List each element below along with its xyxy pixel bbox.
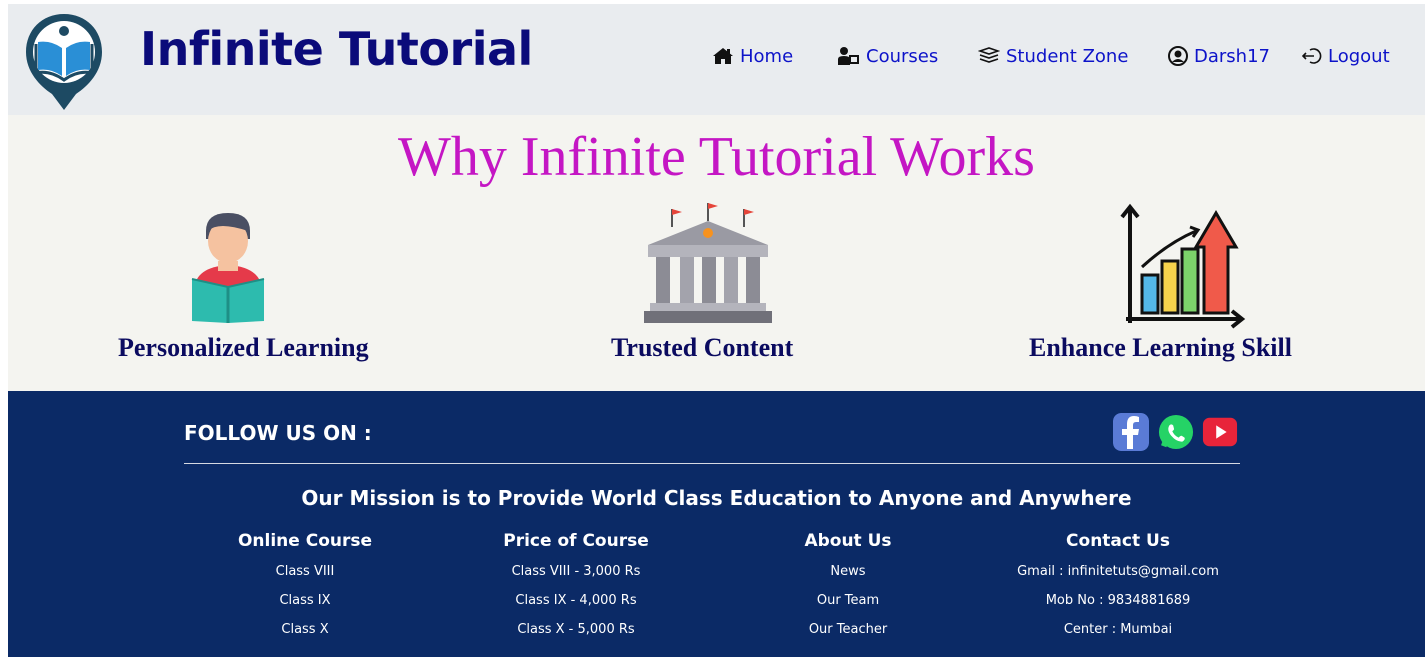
growth-chart-icon (1120, 203, 1246, 329)
footer-column-about-us: About Us News Our Team Our Teacher (728, 531, 968, 644)
features-section: Why Infinite Tutorial Works Personalized… (8, 115, 1425, 391)
teacher-board-icon (838, 47, 859, 65)
footer-link[interactable]: Class X - 5,000 Rs (456, 615, 696, 644)
footer-link[interactable]: Our Teacher (728, 615, 968, 644)
logout-icon (1302, 48, 1322, 64)
footer-link[interactable]: Class IX (185, 586, 425, 615)
footer: FOLLOW US ON : Our Mission is to Provide… (8, 391, 1425, 657)
column-title: Online Course (237, 531, 373, 551)
footer-link[interactable]: Class X (185, 615, 425, 644)
nav-logout-label: Logout (1328, 45, 1390, 67)
footer-column-online-course: Online Course Class VIII Class IX Class … (185, 531, 425, 644)
footer-link[interactable]: News (728, 557, 968, 586)
footer-link[interactable]: Class VIII - 3,000 Rs (456, 557, 696, 586)
navbar: Infinite Tutorial Home Courses Student Z… (8, 4, 1425, 115)
nav-courses-label: Courses (866, 45, 939, 67)
home-icon (713, 48, 733, 64)
contact-email[interactable]: Gmail : infinitetuts@gmail.com (973, 557, 1263, 586)
column-title: Price of Course (503, 531, 649, 551)
nav-home[interactable]: Home (712, 44, 793, 68)
footer-link[interactable]: Our Team (728, 586, 968, 615)
user-circle-icon (1168, 46, 1188, 66)
book-location-logo-icon[interactable] (22, 10, 106, 114)
nav-student-zone-label: Student Zone (1006, 45, 1129, 67)
mission-statement: Our Mission is to Provide World Class Ed… (301, 486, 1132, 510)
institution-building-icon (644, 203, 772, 323)
whatsapp-icon[interactable] (1158, 413, 1194, 451)
nav-student-zone[interactable]: Student Zone (978, 44, 1128, 68)
contact-center: Center : Mumbai (1063, 622, 1173, 637)
nav-home-label: Home (740, 45, 794, 67)
nav-logout[interactable]: Logout (1302, 44, 1390, 68)
youtube-icon[interactable] (1202, 413, 1238, 451)
nav-user-label: Darsh17 (1194, 45, 1270, 67)
book-stack-icon (978, 47, 1000, 63)
column-title: Contact Us (1066, 531, 1170, 551)
feature-trusted-content: Trusted Content (611, 333, 794, 362)
features-title: Why Infinite Tutorial Works (398, 126, 1035, 188)
feature-personalized-learning: Personalized Learning (118, 333, 369, 362)
feature-enhance-learning-skill: Enhance Learning Skill (1029, 333, 1292, 362)
footer-column-price-of-course: Price of Course Class VIII - 3,000 Rs Cl… (456, 531, 696, 644)
follow-us-label: FOLLOW US ON : (184, 421, 372, 445)
student-reading-icon (191, 213, 265, 323)
footer-divider (184, 463, 1240, 464)
footer-link[interactable]: Class VIII (185, 557, 425, 586)
nav-courses[interactable]: Courses (836, 44, 938, 68)
column-title: About Us (804, 531, 892, 551)
nav-user-profile[interactable]: Darsh17 (1168, 44, 1270, 68)
brand-title[interactable]: Infinite Tutorial (140, 22, 533, 76)
facebook-icon[interactable] (1113, 413, 1149, 451)
contact-phone[interactable]: Mob No : 9834881689 (973, 586, 1263, 615)
footer-link[interactable]: Class IX - 4,000 Rs (456, 586, 696, 615)
footer-column-contact-us: Contact Us Gmail : infinitetuts@gmail.co… (973, 531, 1263, 644)
